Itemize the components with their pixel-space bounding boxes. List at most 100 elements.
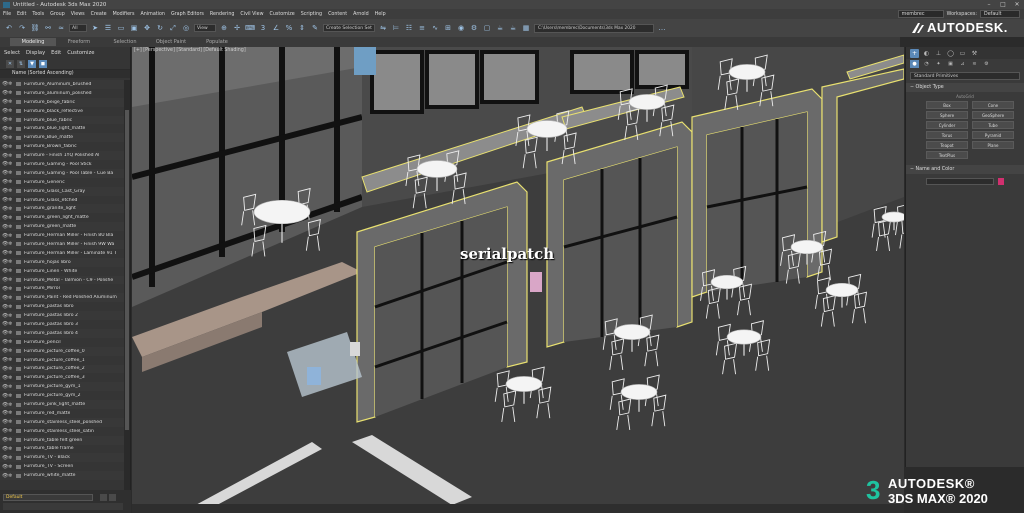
freeze-icon[interactable]: ❄: [8, 321, 14, 327]
render-setup-icon[interactable]: ⚙: [469, 23, 479, 33]
link-icon[interactable]: ⛓: [30, 23, 40, 33]
rect-selection-icon[interactable]: ▭: [116, 23, 126, 33]
cylinder-button[interactable]: Cylinder: [926, 121, 968, 129]
freeze-icon[interactable]: ❄: [8, 446, 14, 452]
menu-rendering[interactable]: Rendering: [210, 12, 235, 17]
lights-icon[interactable]: ✦: [934, 60, 943, 68]
sphere-button[interactable]: Sphere: [926, 111, 968, 119]
helpers-icon[interactable]: ⊿: [958, 60, 967, 68]
freeze-icon[interactable]: ❄: [8, 348, 14, 354]
tab-populate[interactable]: Populate: [194, 38, 240, 46]
list-item[interactable]: 👁 ❄ Furniture_picture_coffee_3: [0, 373, 125, 382]
user-account-field[interactable]: membrec: [897, 10, 944, 18]
list-item[interactable]: 👁 ❄ Furniture_TV - Screen: [0, 462, 125, 471]
display-tab-icon[interactable]: ▭: [958, 49, 967, 58]
maximize-button[interactable]: □: [996, 0, 1010, 9]
select-object-icon[interactable]: ➤: [90, 23, 100, 33]
list-item[interactable]: 👁 ❄ Furniture_granite_light: [0, 204, 125, 214]
placement-icon[interactable]: ◎: [181, 23, 191, 33]
scale-icon[interactable]: ⤢: [168, 23, 178, 33]
select-by-name-icon[interactable]: ☰: [103, 23, 113, 33]
rotate-icon[interactable]: ↻: [155, 23, 165, 33]
list-item[interactable]: 👁 ❄ Furniture_Blue_matte: [0, 133, 125, 143]
list-item[interactable]: 👁 ❄ Furniture_red_matte: [0, 409, 125, 418]
sort-icon[interactable]: ⇅: [17, 60, 25, 68]
unlink-icon[interactable]: ⚯: [43, 23, 53, 33]
list-item[interactable]: 👁 ❄ Furniture_Gaming - Pool Table - Cue Ba: [0, 168, 125, 178]
reference-coordinate-dropdown[interactable]: View: [194, 24, 216, 32]
freeze-icon[interactable]: ❄: [8, 241, 14, 247]
list-item[interactable]: 👁 ❄ Furniture_picture_coffee_0: [0, 346, 125, 356]
menu-civil-view[interactable]: Civil View: [240, 12, 263, 17]
tab-object-paint[interactable]: Object Paint: [148, 38, 194, 46]
freeze-icon[interactable]: ❄: [8, 428, 14, 434]
undo-icon[interactable]: ↶: [4, 23, 14, 33]
menu-tools[interactable]: Tools: [32, 12, 44, 17]
viewport-label[interactable]: [+] [Perspective] [Standard] [Default Sh…: [134, 48, 246, 53]
list-item[interactable]: 👁 ❄ Furniture_table felt green: [0, 435, 125, 445]
freeze-icon[interactable]: ❄: [8, 197, 14, 203]
redo-icon[interactable]: ↷: [17, 23, 27, 33]
geosphere-button[interactable]: GeoSphere: [972, 111, 1014, 119]
list-item[interactable]: 👁 ❄ Furniture_Glass_Cast_Gray: [0, 186, 125, 196]
torus-button[interactable]: Torus: [926, 131, 968, 139]
timeline-bar[interactable]: [132, 504, 904, 513]
curve-editor-icon[interactable]: ∿: [430, 23, 440, 33]
keyboard-shortcut-icon[interactable]: ⌨: [245, 23, 255, 33]
modify-tab-icon[interactable]: ◐: [922, 49, 931, 58]
menu-file[interactable]: File: [3, 12, 11, 17]
list-item[interactable]: 👁 ❄ Furniture_black_reflective: [0, 107, 125, 116]
rendered-frame-icon[interactable]: ▢: [482, 23, 492, 33]
freeze-icon[interactable]: ❄: [8, 455, 14, 461]
freeze-icon[interactable]: ❄: [8, 108, 14, 114]
project-path-field[interactable]: C:\Users\membrec\Documents\3ds Max 2020: [534, 23, 654, 33]
freeze-icon[interactable]: ❄: [8, 357, 14, 363]
systems-icon[interactable]: ⚙: [982, 60, 991, 68]
tab-freeform[interactable]: Freeform: [56, 38, 102, 46]
menu-help[interactable]: Help: [375, 12, 386, 17]
freeze-icon[interactable]: ❄: [8, 295, 14, 301]
freeze-icon[interactable]: ❄: [8, 117, 14, 123]
menu-modifiers[interactable]: Modifiers: [113, 12, 135, 17]
schematic-view-icon[interactable]: ⊞: [443, 23, 453, 33]
explorer-scrollbar[interactable]: [124, 80, 130, 490]
perspective-viewport[interactable]: [+] [Perspective] [Standard] [Default Sh…: [132, 47, 904, 513]
freeze-icon[interactable]: ❄: [8, 161, 14, 167]
plane-button[interactable]: Plane: [972, 141, 1014, 149]
freeze-icon[interactable]: ❄: [8, 250, 14, 256]
list-item[interactable]: 👁 ❄ Furniture_blue_fabric: [0, 115, 125, 125]
list-item[interactable]: 👁 ❄ Furniture_Metal - Talmion - C9 - Polis…: [0, 275, 125, 285]
list-item[interactable]: 👁 ❄ Furniture_pastas libro: [0, 302, 125, 311]
list-item[interactable]: 👁 ❄ Furniture_Gaming - Pool Stick: [0, 160, 125, 169]
menu-arnold[interactable]: Arnold: [353, 12, 369, 17]
list-item[interactable]: 👁 ❄ Furniture_hojas libro: [0, 257, 125, 267]
cone-button[interactable]: Cone: [972, 101, 1014, 109]
scene-explorer-icon[interactable]: [109, 494, 116, 501]
close-icon[interactable]: ✕: [6, 60, 14, 68]
explorer-selector[interactable]: [3, 503, 123, 510]
freeze-icon[interactable]: ❄: [8, 277, 14, 283]
menu-content[interactable]: Content: [328, 12, 347, 17]
object-color-swatch[interactable]: [998, 178, 1004, 185]
motion-tab-icon[interactable]: ◯: [946, 49, 955, 58]
align-icon[interactable]: ⊨: [391, 23, 401, 33]
list-item[interactable]: 👁 ❄ Furniture - Finish 1YQ Polished Al: [0, 151, 125, 161]
freeze-icon[interactable]: ❄: [8, 126, 14, 132]
toggle-scene-explorer-icon[interactable]: ☷: [404, 23, 414, 33]
freeze-icon[interactable]: ❄: [8, 268, 14, 274]
list-item[interactable]: 👁 ❄ Furniture_green_matte: [0, 222, 125, 232]
object-name-input[interactable]: [926, 178, 994, 185]
list-item[interactable]: 👁 ❄ Furniture_Linen - White: [0, 267, 125, 276]
freeze-icon[interactable]: ❄: [8, 402, 14, 408]
folder-icon[interactable]: ▦: [521, 23, 531, 33]
display-materials-icon[interactable]: ◼: [39, 60, 47, 68]
freeze-icon[interactable]: ❄: [8, 473, 14, 479]
autogrid-checkbox[interactable]: AutoGrid: [906, 94, 1024, 99]
material-editor-icon[interactable]: ◉: [456, 23, 466, 33]
list-item[interactable]: 👁 ❄ Furniture_Generic: [0, 178, 125, 187]
list-item[interactable]: 👁 ❄ Furniture_picture_coffee_1: [0, 356, 125, 365]
scrollbar-thumb[interactable]: [125, 110, 129, 430]
primitive-type-dropdown[interactable]: Standard Primitives: [910, 72, 1020, 80]
freeze-icon[interactable]: ❄: [8, 170, 14, 176]
create-tab-icon[interactable]: +: [910, 48, 919, 58]
